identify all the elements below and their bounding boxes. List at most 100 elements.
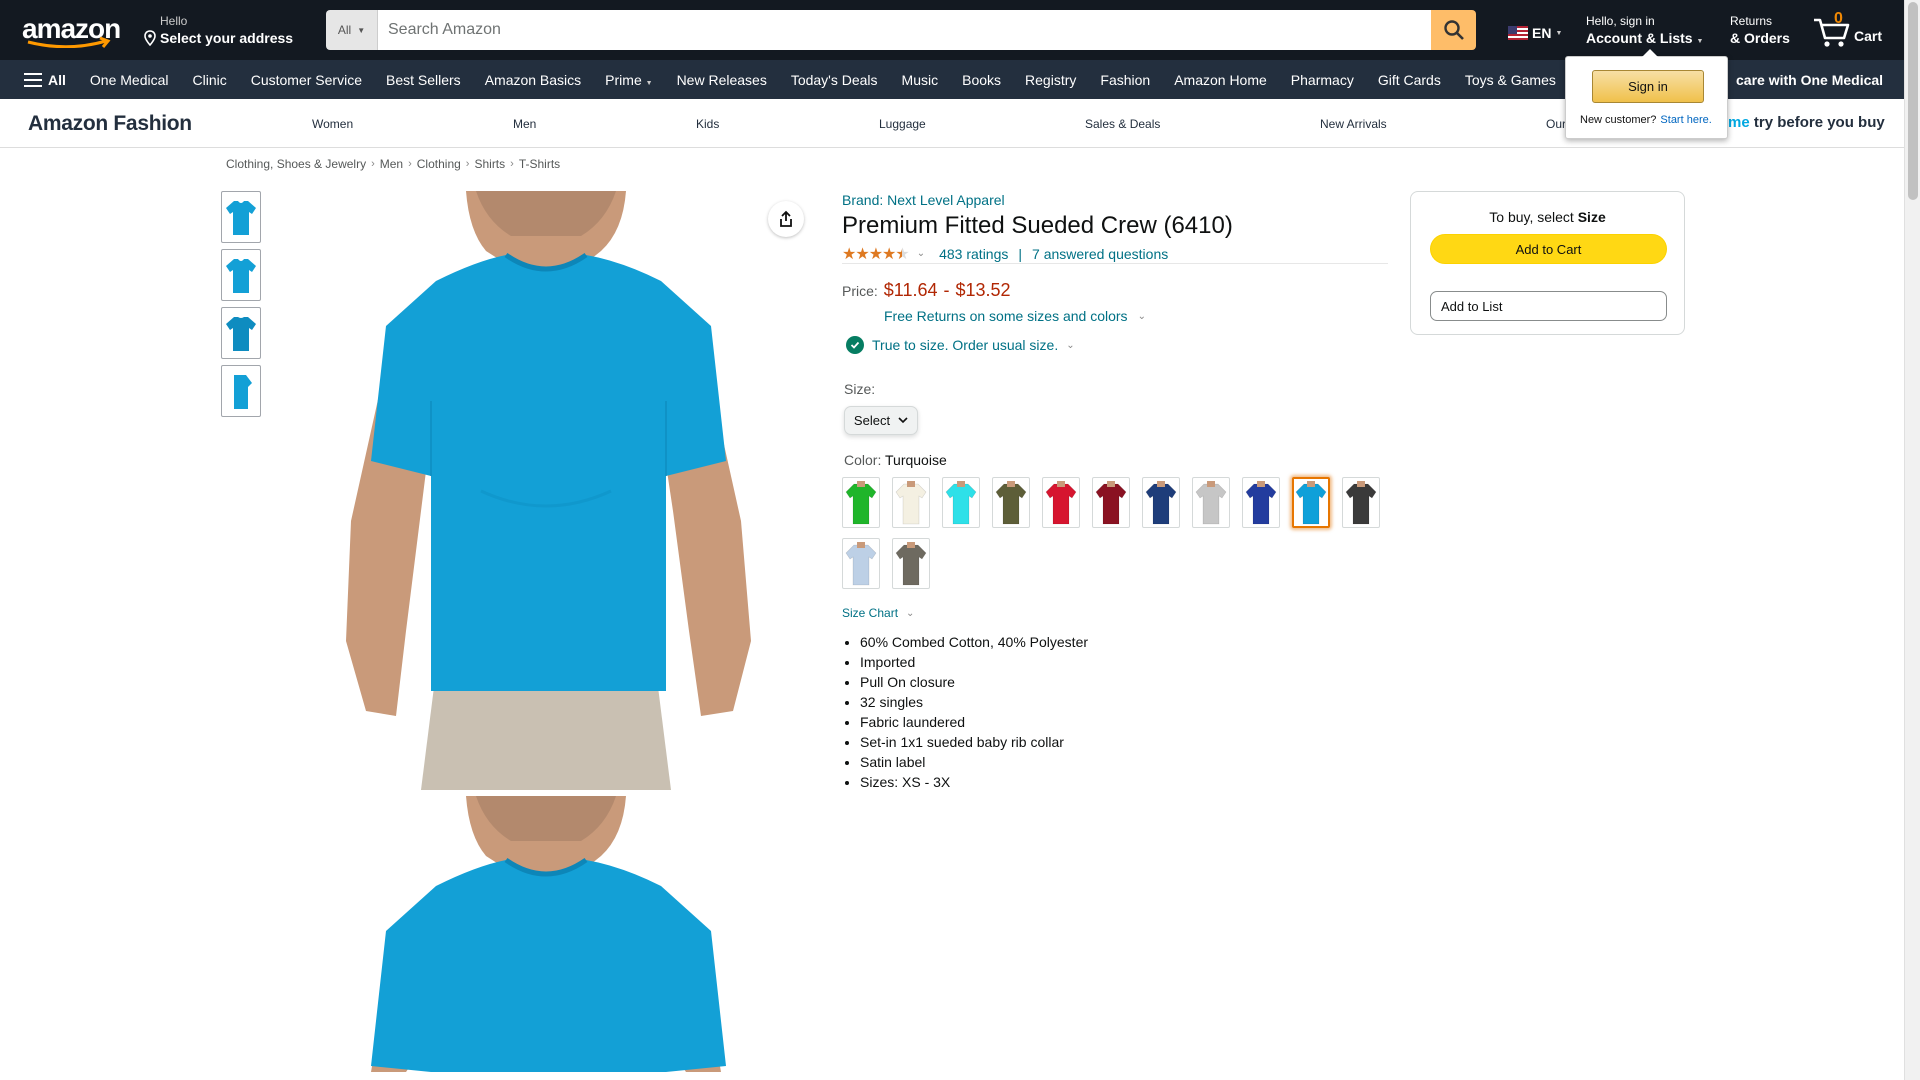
product-title: Premium Fitted Sueded Crew (6410) <box>842 212 1233 239</box>
secondary-product-image[interactable] <box>281 796 812 1072</box>
all-menu-button[interactable]: All <box>0 72 78 88</box>
add-to-cart-button[interactable]: Add to Cart <box>1430 234 1667 264</box>
nav-item-music[interactable]: Music <box>890 72 951 88</box>
amazon-fashion-logo[interactable]: Amazon Fashion <box>28 112 192 136</box>
subnav-our[interactable]: Our <box>1546 117 1566 131</box>
free-returns-link[interactable]: Free Returns on some sizes and colors ⌄ <box>884 308 1146 324</box>
nav-item-best-sellers[interactable]: Best Sellers <box>374 72 473 88</box>
nav-item-prime[interactable]: Prime ▼ <box>593 72 664 88</box>
buy-box-prompt-text: To buy, select <box>1489 209 1574 225</box>
breadcrumb-item[interactable]: Clothing, Shoes & Jewelry <box>226 157 366 171</box>
color-swatch[interactable] <box>942 477 980 528</box>
breadcrumb-item[interactable]: Clothing <box>417 157 461 171</box>
search-input[interactable] <box>378 10 1431 50</box>
signin-button[interactable]: Sign in <box>1592 70 1704 103</box>
fit-text: True to size. Order usual size. <box>872 337 1059 353</box>
tshirt-thumbnail-icon <box>226 201 256 235</box>
deliver-to[interactable]: Hello Select your address <box>142 14 293 47</box>
tshirt-swatch-icon <box>895 480 927 524</box>
cart-label: Cart <box>1854 28 1883 44</box>
subnav-women[interactable]: Women <box>312 117 353 131</box>
color-swatch[interactable] <box>1042 477 1080 528</box>
chevron-down-icon: ⌄ <box>906 607 915 619</box>
color-swatch[interactable] <box>1142 477 1180 528</box>
color-swatch[interactable] <box>892 538 930 589</box>
chevron-down-icon[interactable]: ⌄ <box>917 248 925 259</box>
color-value: Turquoise <box>885 452 947 468</box>
price-label: Price: <box>842 283 878 299</box>
nav-item-one-medical[interactable]: One Medical <box>78 72 181 88</box>
thumbnail-3[interactable] <box>221 307 261 359</box>
scrollbar-thumb[interactable] <box>1908 2 1918 200</box>
color-swatch[interactable] <box>992 477 1030 528</box>
brand-link[interactable]: Brand: Next Level Apparel <box>842 192 1005 208</box>
thumbnail-2[interactable] <box>221 249 261 301</box>
prime-try-before-you-buy[interactable]: me try before you buy <box>1728 114 1885 131</box>
amazon-logo[interactable]: amazon <box>20 12 122 49</box>
thumbnail-1[interactable] <box>221 191 261 243</box>
fit-recommendation[interactable]: True to size. Order usual size. ⌄ <box>846 336 1075 354</box>
nav-item-todays-deals[interactable]: Today's Deals <box>779 72 890 88</box>
color-swatch[interactable] <box>1192 477 1230 528</box>
color-swatch[interactable] <box>1342 477 1380 528</box>
nav-item-books[interactable]: Books <box>950 72 1013 88</box>
color-swatch[interactable] <box>1242 477 1280 528</box>
color-swatch[interactable] <box>1092 477 1130 528</box>
account-lists-menu[interactable]: Hello, sign in Account & Lists ▼ <box>1586 14 1703 51</box>
color-swatch[interactable] <box>892 477 930 528</box>
subnav-luggage[interactable]: Luggage <box>879 117 926 131</box>
caret-down-icon: ▼ <box>645 79 653 87</box>
color-swatch[interactable] <box>842 477 880 528</box>
star-rating-icon[interactable]: ★★★★ ★ <box>842 244 910 264</box>
nav-item-fashion[interactable]: Fashion <box>1088 72 1162 88</box>
nav-item-toys-games[interactable]: Toys & Games <box>1453 72 1568 88</box>
breadcrumb-item[interactable]: Shirts <box>474 157 505 171</box>
returns-orders-link[interactable]: Returns & Orders <box>1730 14 1790 47</box>
us-flag-icon <box>1508 26 1528 40</box>
new-customer-line: New customer? Start here. <box>1580 114 1712 126</box>
thumbnail-4[interactable] <box>221 365 261 417</box>
breadcrumb-item[interactable]: T-Shirts <box>519 157 560 171</box>
nav-item-pharmacy[interactable]: Pharmacy <box>1279 72 1366 88</box>
color-swatch[interactable] <box>1292 477 1330 528</box>
subnav-sales-deals[interactable]: Sales & Deals <box>1085 117 1160 131</box>
language-selector[interactable]: EN ▼ <box>1508 25 1562 41</box>
share-button[interactable] <box>768 201 804 237</box>
nav-item-amazon-home[interactable]: Amazon Home <box>1162 72 1279 88</box>
nav-item-clinic[interactable]: Clinic <box>180 72 238 88</box>
nav-item-new-releases[interactable]: New Releases <box>665 72 779 88</box>
main-product-image[interactable] <box>281 191 812 790</box>
nav-item-gift-cards[interactable]: Gift Cards <box>1366 72 1453 88</box>
size-chart-link[interactable]: Size Chart ⌄ <box>842 606 914 620</box>
account-greeting: Hello, sign in <box>1586 14 1655 28</box>
add-to-list-button[interactable]: Add to List <box>1430 291 1667 321</box>
search-button[interactable] <box>1431 10 1476 50</box>
tshirt-swatch-icon <box>895 541 927 585</box>
cart-button[interactable]: 0 Cart <box>1812 10 1882 50</box>
color-swatch[interactable] <box>842 538 880 589</box>
subnav-kids[interactable]: Kids <box>696 117 719 131</box>
feature-bullet: 60% Combed Cotton, 40% Polyester <box>860 632 1088 652</box>
subnav-men[interactable]: Men <box>513 117 536 131</box>
feature-bullet: Sizes: XS - 3X <box>860 772 1088 792</box>
search-category-dropdown[interactable]: All ▼ <box>326 10 378 50</box>
breadcrumb-item[interactable]: Men <box>380 157 403 171</box>
nav-promo-one-medical[interactable]: care with One Medical <box>1736 72 1883 88</box>
deliver-hello: Hello <box>160 14 188 28</box>
chevron-right-icon: › <box>371 158 375 170</box>
subnav-new-arrivals[interactable]: New Arrivals <box>1320 117 1387 131</box>
price-high: $13.52 <box>955 280 1011 300</box>
answered-questions-link[interactable]: 7 answered questions <box>1032 246 1168 262</box>
size-dropdown[interactable]: Select <box>844 406 918 435</box>
caret-down-icon: ▼ <box>1555 29 1563 37</box>
nav-item-customer-service[interactable]: Customer Service <box>239 72 374 88</box>
start-here-link[interactable]: Start here. <box>1660 114 1711 126</box>
cart-icon <box>1814 18 1850 47</box>
nav-item-amazon-basics[interactable]: Amazon Basics <box>473 72 593 88</box>
ratings-count-link[interactable]: 483 ratings <box>939 246 1008 262</box>
account-lists-label: Account & Lists <box>1586 30 1693 46</box>
page-scrollbar[interactable] <box>1904 0 1920 1080</box>
tshirt-swatch-icon <box>1095 480 1127 524</box>
promo-prime-fragment: me <box>1728 114 1750 131</box>
nav-item-registry[interactable]: Registry <box>1013 72 1088 88</box>
